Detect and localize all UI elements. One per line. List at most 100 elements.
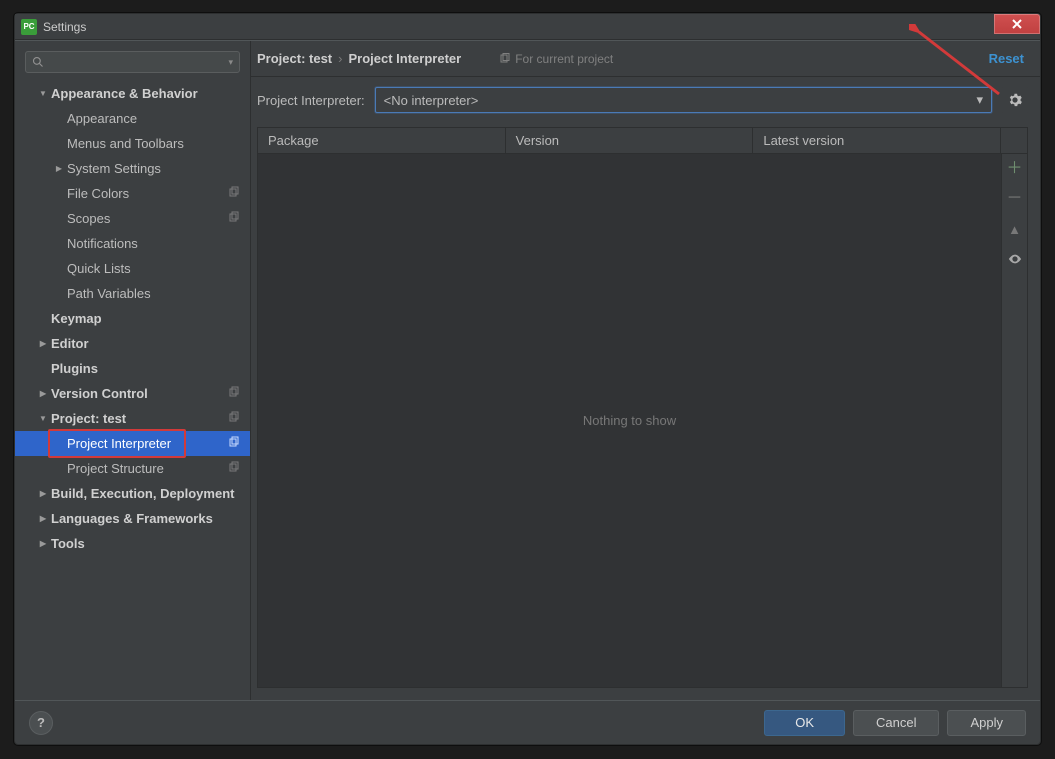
tree-item-menus-and-toolbars[interactable]: Menus and Toolbars [15,131,250,156]
cancel-button[interactable]: Cancel [853,710,939,736]
tree-item-path-variables[interactable]: Path Variables [15,281,250,306]
close-icon [1011,18,1023,30]
tree-item-label: File Colors [67,186,228,201]
tree-item-label: Notifications [67,236,242,251]
empty-text: Nothing to show [583,413,676,428]
breadcrumb-seg-project: Project: test [257,51,332,66]
dialog-footer: ? OK Cancel Apply [15,700,1040,744]
chevron-right-icon: ▶ [37,389,49,398]
ok-button[interactable]: OK [764,710,845,736]
tree-item-plugins[interactable]: Plugins [15,356,250,381]
tree-item-label: Project Structure [67,461,228,476]
add-package-button[interactable]: ＋ [1008,162,1022,176]
tree-item-quick-lists[interactable]: Quick Lists [15,256,250,281]
tree-item-label: Keymap [51,311,242,326]
copy-icon [228,186,242,201]
tree-item-appearance[interactable]: Appearance [15,106,250,131]
settings-tree[interactable]: ▼Appearance & BehaviorAppearanceMenus an… [15,81,250,700]
tree-item-project-test[interactable]: ▼Project: test [15,406,250,431]
tree-item-label: Version Control [51,386,228,401]
tree-item-label: Appearance [67,111,242,126]
chevron-right-icon: ▶ [37,539,49,548]
table-body: Nothing to show [258,154,1001,687]
detail-pane: Project: test › Project Interpreter For … [251,41,1040,700]
tree-item-scopes[interactable]: Scopes [15,206,250,231]
tree-item-label: System Settings [67,161,242,176]
copy-icon [228,211,242,226]
chevron-down-icon: ▼ [37,89,49,98]
tree-item-label: Editor [51,336,242,351]
tree-item-label: Quick Lists [67,261,242,276]
for-current-project-label: For current project [499,52,613,66]
table-toolbar: ＋ － ▲ [1001,154,1027,687]
window-title: Settings [43,20,86,34]
close-button[interactable] [994,14,1040,34]
copy-icon [228,386,242,401]
tree-item-label: Build, Execution, Deployment [51,486,242,501]
tree-item-version-control[interactable]: ▶Version Control [15,381,250,406]
copy-icon [228,436,242,451]
tree-item-label: Plugins [51,361,242,376]
interpreter-settings-button[interactable] [1002,87,1028,113]
eye-icon [1008,254,1022,264]
show-early-button[interactable] [1008,252,1022,266]
reset-link[interactable]: Reset [989,51,1024,66]
copy-icon [499,53,511,65]
tree-item-languages-frameworks[interactable]: ▶Languages & Frameworks [15,506,250,531]
tree-item-project-interpreter[interactable]: Project Interpreter [15,431,250,456]
apply-button[interactable]: Apply [947,710,1026,736]
chevron-down-icon: ▼ [37,414,49,423]
table-header: Package Version Latest version [258,128,1027,154]
content: ▾ ▼Appearance & BehaviorAppearanceMenus … [15,40,1040,700]
tree-item-file-colors[interactable]: File Colors [15,181,250,206]
chevron-right-icon: ▶ [53,164,65,173]
tree-item-project-structure[interactable]: Project Structure [15,456,250,481]
tree-item-build-execution-deployment[interactable]: ▶Build, Execution, Deployment [15,481,250,506]
search-icon [32,56,44,68]
tree-item-system-settings[interactable]: ▶System Settings [15,156,250,181]
copy-icon [228,411,242,426]
tree-item-label: Menus and Toolbars [67,136,242,151]
search-dropdown-icon[interactable]: ▾ [228,57,233,68]
column-latest[interactable]: Latest version [753,128,1001,153]
tree-item-label: Project Interpreter [67,436,228,451]
interpreter-label: Project Interpreter: [257,93,365,108]
tree-item-label: Appearance & Behavior [51,86,242,101]
interpreter-combo[interactable]: <No interpreter> ▾ [375,87,992,113]
gear-icon [1008,93,1022,107]
column-package[interactable]: Package [258,128,506,153]
breadcrumb: Project: test › Project Interpreter [257,51,461,66]
tree-item-keymap[interactable]: Keymap [15,306,250,331]
tree-item-notifications[interactable]: Notifications [15,231,250,256]
tree-item-label: Scopes [67,211,228,226]
upgrade-package-button[interactable]: ▲ [1008,222,1022,236]
tree-item-label: Path Variables [67,286,242,301]
tree-item-label: Tools [51,536,242,551]
search-input[interactable] [48,55,228,69]
titlebar: Settings [15,14,1040,40]
tree-item-appearance-behavior[interactable]: ▼Appearance & Behavior [15,81,250,106]
interpreter-row: Project Interpreter: <No interpreter> ▾ [251,77,1040,123]
copy-icon [228,461,242,476]
interpreter-combo-value: <No interpreter> [384,93,479,108]
settings-dialog: Settings ▾ ▼Appearance & BehaviorAppeara… [14,13,1041,745]
chevron-right-icon: ▶ [37,339,49,348]
chevron-down-icon: ▾ [976,92,983,108]
sidebar: ▾ ▼Appearance & BehaviorAppearanceMenus … [15,41,251,700]
tree-item-label: Languages & Frameworks [51,511,242,526]
detail-header: Project: test › Project Interpreter For … [251,41,1040,77]
help-button[interactable]: ? [29,711,53,735]
packages-table: Package Version Latest version Nothing t… [257,127,1028,688]
tree-item-tools[interactable]: ▶Tools [15,531,250,556]
column-tools [1001,128,1027,153]
chevron-right-icon: ▶ [37,489,49,498]
tree-item-label: Project: test [51,411,228,426]
app-icon [21,19,37,35]
chevron-right-icon: ▶ [37,514,49,523]
remove-package-button[interactable]: － [1008,192,1022,206]
breadcrumb-seg-page: Project Interpreter [348,51,461,66]
column-version[interactable]: Version [506,128,754,153]
breadcrumb-sep-icon: › [338,51,342,66]
search-input-wrap[interactable]: ▾ [25,51,240,73]
tree-item-editor[interactable]: ▶Editor [15,331,250,356]
